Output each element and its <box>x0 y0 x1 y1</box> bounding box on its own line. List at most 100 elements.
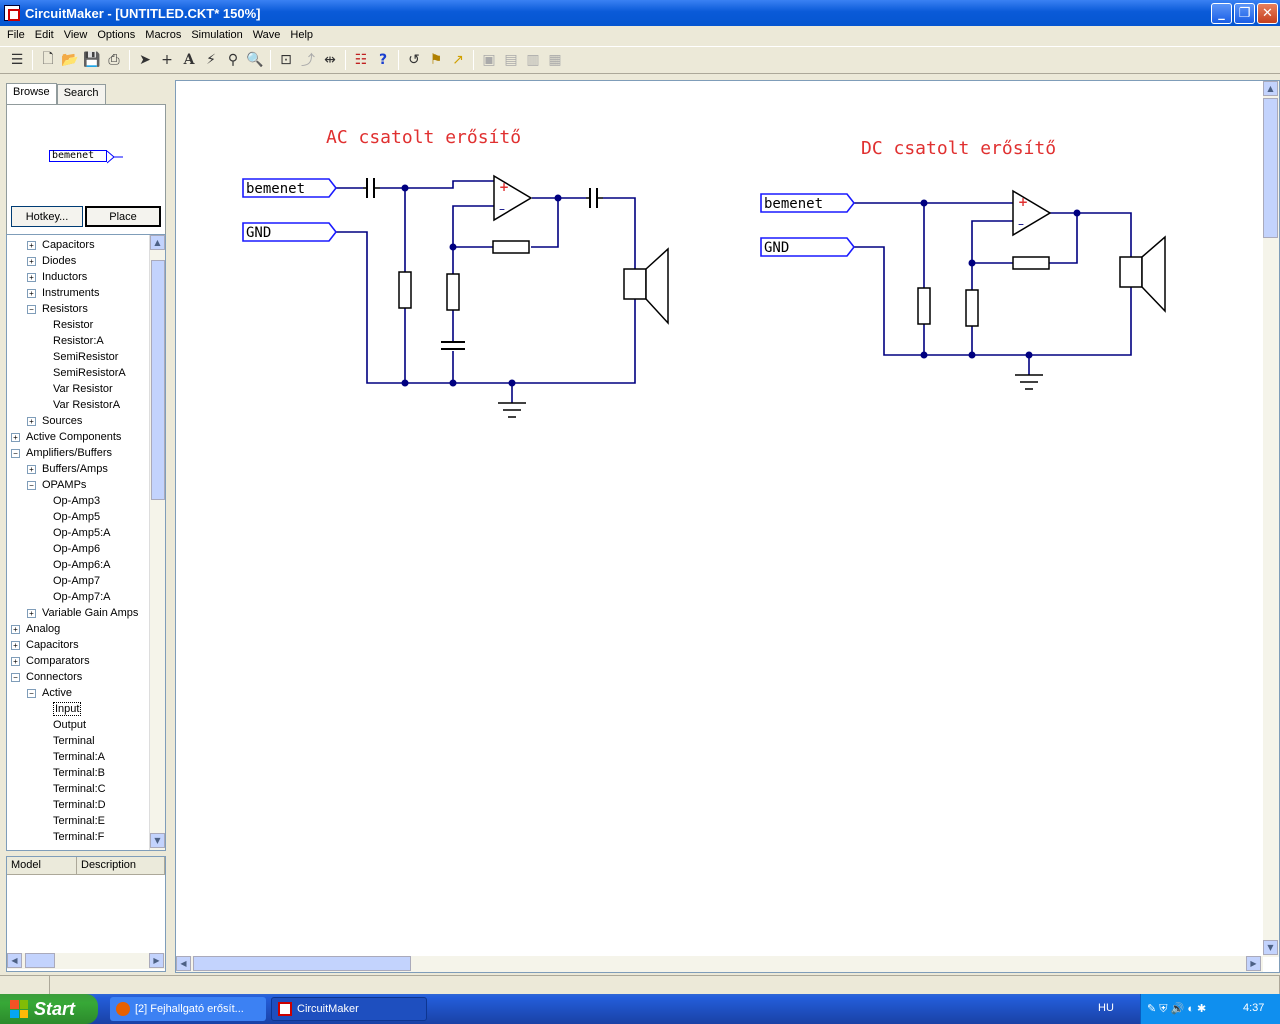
restore-button[interactable]: ❐ <box>1234 3 1255 24</box>
tree-item[interactable]: Op-Amp3 <box>53 493 100 509</box>
tree-item[interactable]: + Instruments <box>27 285 99 301</box>
app-icon[interactable] <box>4 5 20 21</box>
tray-icons[interactable]: ✎ ⛨ 🔊 ◐ ✱ <box>1147 1002 1206 1016</box>
tree-item[interactable]: + Variable Gain Amps <box>27 605 138 621</box>
device-tree[interactable]: + Capacitors + Diodes + Inductors + Instruments… <box>6 234 166 851</box>
menu-wave[interactable]: Wave <box>248 29 286 41</box>
tree-item[interactable]: Terminal:B <box>53 765 105 781</box>
tree-item[interactable]: Op-Amp7 <box>53 573 100 589</box>
mirror-icon[interactable]: ⇹ <box>319 49 341 71</box>
hotkey-button[interactable]: Hotkey... <box>11 206 83 227</box>
canvas-scroll-down-icon[interactable]: ▼ <box>1263 940 1278 955</box>
collapse-icon[interactable]: − <box>11 672 20 682</box>
ac-gnd-connector[interactable]: GND <box>242 222 338 242</box>
tree-item[interactable]: Terminal:F <box>53 829 104 845</box>
tree-item[interactable]: Terminal:E <box>53 813 105 829</box>
tree-item[interactable]: − Active <box>27 685 72 701</box>
dc-feedback-resistor-ground[interactable] <box>965 289 979 327</box>
canvas-scroll-right-icon[interactable]: ▶ <box>1246 956 1261 971</box>
menu-options[interactable]: Options <box>92 29 140 41</box>
tree-item[interactable]: Resistor <box>53 317 93 333</box>
macro1-icon[interactable]: ▣ <box>478 49 500 71</box>
tree-item[interactable]: − Connectors <box>11 669 82 685</box>
dc-bias-resistor[interactable] <box>917 287 931 325</box>
tree-item[interactable]: Terminal:D <box>53 797 106 813</box>
ac-input-capacitor[interactable] <box>363 178 380 198</box>
tree-item[interactable]: + Diodes <box>27 253 76 269</box>
tab-search[interactable]: Search <box>56 84 106 104</box>
tree-item[interactable]: + Comparators <box>11 653 90 669</box>
tree-item[interactable]: Op-Amp6:A <box>53 557 110 573</box>
tree-item[interactable]: SemiResistorA <box>53 365 126 381</box>
expand-icon[interactable]: + <box>27 416 36 426</box>
model-hscrollbar[interactable]: ◀ ▶ <box>7 953 165 969</box>
ac-feedback-resistor-ground[interactable] <box>446 273 460 311</box>
print-icon[interactable]: ⎙ <box>103 49 125 71</box>
tree-item[interactable]: Terminal:C <box>53 781 106 797</box>
expand-icon[interactable]: + <box>27 288 36 298</box>
macro2-icon[interactable]: ▤ <box>500 49 522 71</box>
expand-icon[interactable]: + <box>11 432 20 442</box>
ac-feedback-resistor[interactable] <box>492 240 530 254</box>
minimize-button[interactable]: _ <box>1211 3 1232 24</box>
model-scroll-thumb[interactable] <box>25 953 55 968</box>
dc-input-connector[interactable]: bemenet <box>760 193 856 213</box>
canvas-vscroll-thumb[interactable] <box>1263 98 1278 238</box>
schematic-canvas[interactable]: bemenet GND bemenet GND AC csatolt erősí… <box>176 81 1263 956</box>
tree-item[interactable]: + Analog <box>11 621 60 637</box>
canvas-scroll-up-icon[interactable]: ▲ <box>1263 81 1278 96</box>
tree-item[interactable]: + Capacitors <box>27 237 95 253</box>
tree-item[interactable]: − OPAMPs <box>27 477 86 493</box>
tree-item[interactable]: Op-Amp7:A <box>53 589 110 605</box>
macro4-icon[interactable]: ▦ <box>544 49 566 71</box>
tree-item[interactable]: Output <box>53 717 86 733</box>
netlist-icon[interactable]: ☷ <box>350 49 372 71</box>
probe-tool-icon[interactable]: ⚡ <box>200 49 222 71</box>
ac-opamp[interactable]: +– <box>493 174 533 222</box>
tree-item[interactable]: Op-Amp5:A <box>53 525 110 541</box>
menu-simulation[interactable]: Simulation <box>186 29 247 41</box>
help-icon[interactable]: ? <box>372 49 394 71</box>
close-button[interactable]: ✕ <box>1257 3 1278 24</box>
dc-ground-symbol[interactable] <box>1015 374 1043 390</box>
expand-icon[interactable]: + <box>11 640 20 650</box>
ac-feedback-capacitor[interactable] <box>441 341 465 350</box>
canvas-hscrollbar[interactable]: ◀ ▶ <box>176 956 1263 972</box>
reset-icon[interactable]: ↺ <box>403 49 425 71</box>
menu-macros[interactable]: Macros <box>140 29 186 41</box>
dc-opamp[interactable]: +– <box>1012 189 1052 237</box>
tree-scrollbar[interactable]: ▲ ▼ <box>149 235 165 850</box>
collapse-icon[interactable]: − <box>27 688 36 698</box>
tree-item[interactable]: Var Resistor <box>53 381 113 397</box>
ac-output-capacitor[interactable] <box>586 188 603 208</box>
wire-tool-icon[interactable]: + <box>156 49 178 71</box>
arrow-tool-icon[interactable]: ➤ <box>134 49 156 71</box>
collapse-icon[interactable]: − <box>11 448 20 458</box>
tree-item[interactable]: Var ResistorA <box>53 397 120 413</box>
expand-icon[interactable]: + <box>27 608 36 618</box>
delete-tool-icon[interactable]: ⚲ <box>222 49 244 71</box>
run-icon[interactable]: ↗ <box>447 49 469 71</box>
zoom-fit-icon[interactable]: ⊡ <box>275 49 297 71</box>
scroll-right-icon[interactable]: ▶ <box>149 953 164 968</box>
ac-input-connector[interactable]: bemenet <box>242 178 338 198</box>
collapse-icon[interactable]: − <box>27 480 36 490</box>
place-button[interactable]: Place <box>85 206 161 227</box>
tree-item[interactable]: Op-Amp6 <box>53 541 100 557</box>
expand-icon[interactable]: + <box>11 624 20 634</box>
scroll-down-icon[interactable]: ▼ <box>150 833 165 848</box>
ac-ground-symbol[interactable] <box>498 402 526 418</box>
expand-icon[interactable]: + <box>27 240 36 250</box>
menu-edit[interactable]: Edit <box>30 29 59 41</box>
ac-bias-resistor[interactable] <box>398 271 412 309</box>
task-circuitmaker[interactable]: CircuitMaker <box>271 997 427 1021</box>
zoom-tool-icon[interactable]: 🔍 <box>244 49 266 71</box>
expand-icon[interactable]: + <box>27 272 36 282</box>
canvas-vscrollbar[interactable]: ▲ ▼ <box>1263 81 1279 957</box>
task-firefox[interactable]: [2] Fejhallgató erősít... <box>110 997 266 1021</box>
tree-item[interactable]: − Amplifiers/Buffers <box>11 445 112 461</box>
save-icon[interactable]: 💾 <box>81 49 103 71</box>
tree-item[interactable]: + Inductors <box>27 269 87 285</box>
expand-icon[interactable]: + <box>27 256 36 266</box>
tree-item[interactable]: + Sources <box>27 413 82 429</box>
